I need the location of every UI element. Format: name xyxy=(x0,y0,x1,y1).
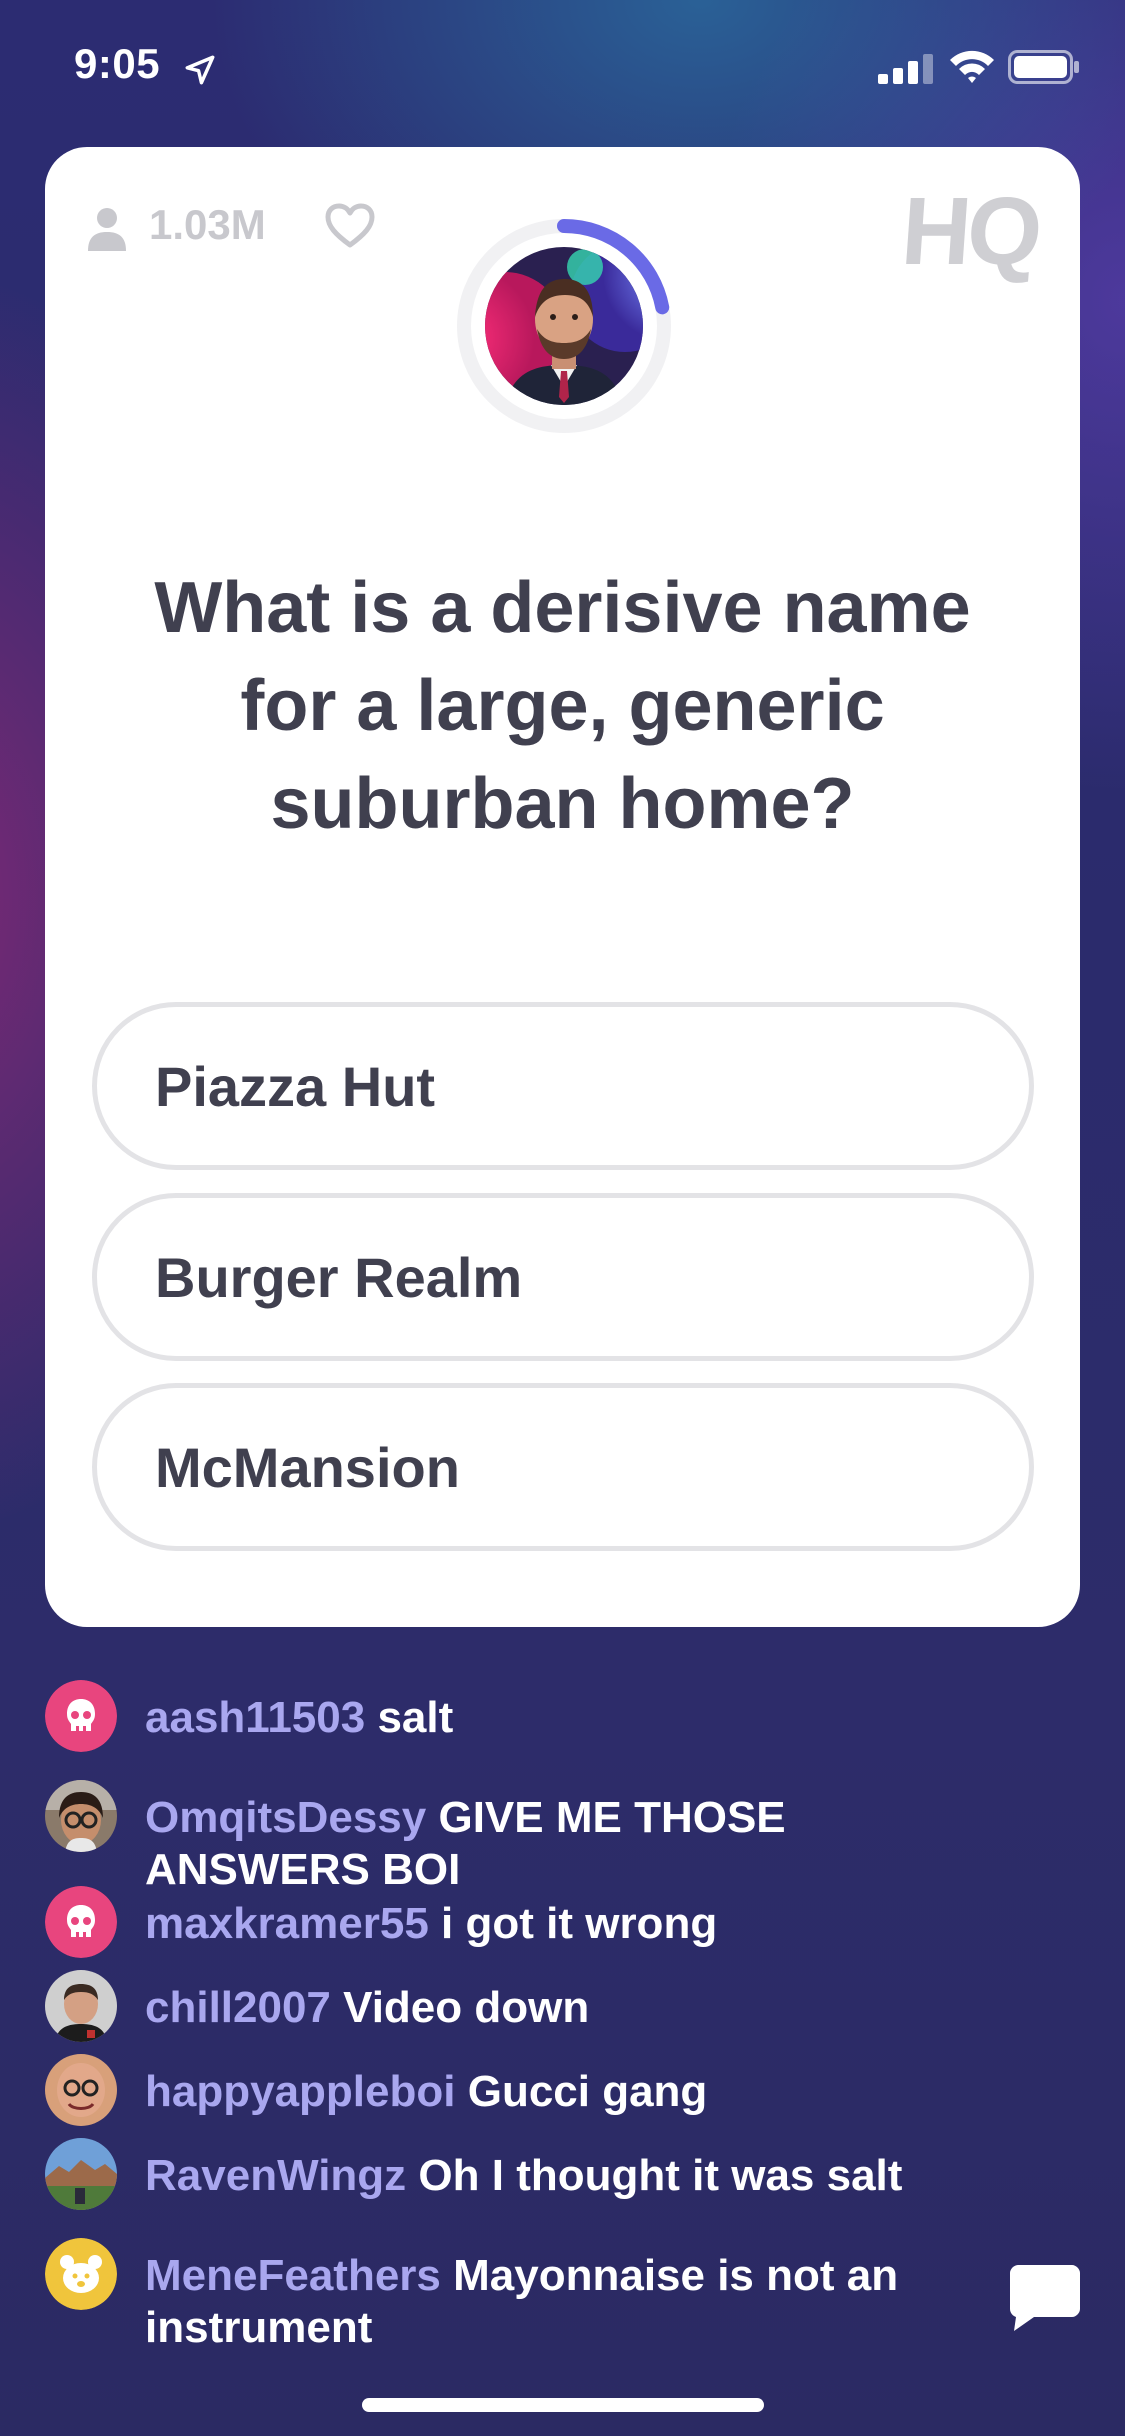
status-time: 9:05 xyxy=(74,40,161,87)
status-bar: 9:05 xyxy=(0,0,1125,140)
viewers-icon xyxy=(88,208,126,251)
chat-message-text: salt xyxy=(377,1693,454,1742)
skull-avatar xyxy=(45,1680,117,1752)
chat-message-text: Video down xyxy=(343,1983,590,2032)
user-photo-avatar xyxy=(45,2054,117,2126)
hq-logo: HQ xyxy=(898,178,1042,285)
chat-username[interactable]: OmqitsDessy xyxy=(145,1793,426,1842)
answer-option-2[interactable]: Burger Realm xyxy=(92,1193,1034,1361)
user-photo-avatar xyxy=(45,1970,117,2042)
chat-message-text: Gucci gang xyxy=(467,2067,708,2116)
chat-message-text: Oh I thought it was salt xyxy=(418,2151,903,2200)
bear-avatar xyxy=(45,2238,117,2310)
chat-username[interactable]: happyappleboi xyxy=(145,2067,455,2116)
chat-username[interactable]: MeneFeathers xyxy=(145,2251,441,2300)
heart-icon[interactable] xyxy=(325,203,375,249)
chat-message-text: i got it wrong xyxy=(441,1899,718,1948)
chat-username[interactable]: aash11503 xyxy=(145,1693,365,1742)
chat-username[interactable]: maxkramer55 xyxy=(145,1899,429,1948)
viewer-count: 1.03M xyxy=(149,201,266,248)
answer-option-1[interactable]: Piazza Hut xyxy=(92,1002,1034,1170)
battery-icon xyxy=(1008,50,1079,84)
location-arrow-icon xyxy=(185,55,215,85)
chat-username[interactable]: chill2007 xyxy=(145,1983,331,2032)
question-text: What is a derisive name for a large, gen… xyxy=(154,568,971,844)
wifi-icon xyxy=(950,50,994,83)
host-avatar xyxy=(485,247,643,405)
chat-bubble-icon[interactable] xyxy=(1008,2263,1082,2333)
skull-avatar xyxy=(45,1886,117,1958)
landscape-photo-avatar xyxy=(45,2138,117,2210)
answer-option-3[interactable]: McMansion xyxy=(92,1383,1034,1551)
chat-username[interactable]: RavenWingz xyxy=(145,2151,406,2200)
user-photo-avatar xyxy=(45,1780,117,1852)
question-card: 1.03M HQ What is a derisive name for a l… xyxy=(45,147,1080,1627)
home-indicator[interactable] xyxy=(362,2398,764,2412)
cellular-signal-icon xyxy=(878,54,933,84)
